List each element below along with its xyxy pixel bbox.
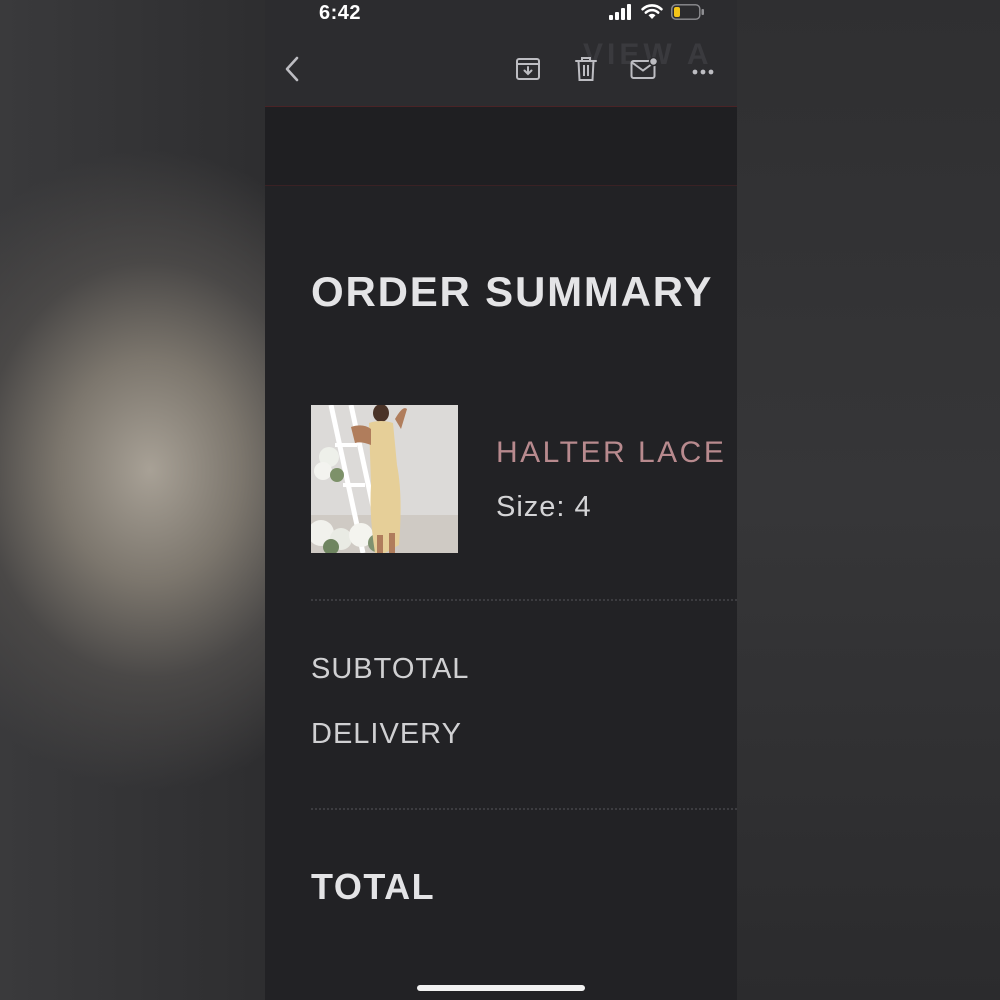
- size-label: Size:: [496, 491, 566, 523]
- total-label: TOTAL: [311, 866, 436, 907]
- delivery-label: DELIVERY: [311, 718, 462, 750]
- order-summary-title: ORDER SUMMARY: [311, 268, 714, 315]
- mail-toolbar: VIEW A: [265, 30, 737, 107]
- phone-screen: 6:42 VIEW A ORDER SUMMARY HALTER LACE U …: [265, 0, 737, 1000]
- mail-unread-icon: [630, 56, 659, 86]
- product-photo-illustration: [311, 405, 458, 553]
- product-name-link[interactable]: HALTER LACE U: [496, 436, 737, 470]
- signal-icon: [609, 3, 633, 25]
- status-bar: 6:42: [265, 0, 737, 30]
- archive-button[interactable]: [513, 56, 543, 86]
- chevron-left-icon: [284, 56, 300, 87]
- delete-button[interactable]: [571, 56, 601, 86]
- mark-unread-button[interactable]: [629, 56, 659, 86]
- trash-icon: [574, 56, 598, 87]
- background-blur-right: [737, 0, 1000, 1000]
- product-image[interactable]: [311, 405, 458, 553]
- email-header-band: [265, 107, 737, 186]
- back-button[interactable]: [277, 56, 307, 86]
- divider: [311, 599, 737, 601]
- product-size: Size: 4: [496, 491, 592, 524]
- battery-icon: [671, 3, 705, 25]
- archive-icon: [515, 56, 541, 87]
- status-time: 6:42: [319, 2, 362, 24]
- wifi-icon: [641, 3, 663, 25]
- home-indicator[interactable]: [417, 985, 585, 991]
- subtotal-label: SUBTOTAL: [311, 653, 470, 685]
- size-value: 4: [574, 491, 592, 523]
- divider: [311, 808, 737, 810]
- status-icons: [609, 3, 705, 25]
- more-button[interactable]: [688, 56, 718, 86]
- more-icon: [692, 62, 714, 80]
